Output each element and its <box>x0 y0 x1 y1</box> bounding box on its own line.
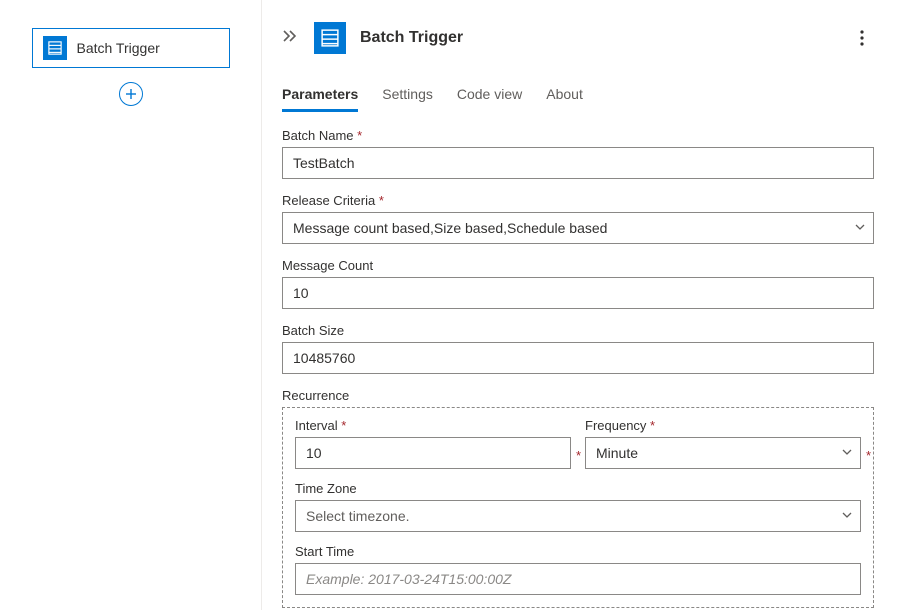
tab-bar: Parameters Settings Code view About <box>282 80 874 112</box>
tab-code-view[interactable]: Code view <box>457 80 522 112</box>
batch-trigger-icon <box>43 36 67 60</box>
timezone-label: Time Zone <box>295 481 861 496</box>
batch-size-label: Batch Size <box>282 323 874 338</box>
trigger-card[interactable]: Batch Trigger <box>32 28 230 68</box>
required-indicator: * <box>576 448 581 463</box>
plus-icon <box>125 88 137 100</box>
batch-name-input[interactable] <box>282 147 874 179</box>
frequency-value: Minute <box>596 445 638 461</box>
more-menu-button[interactable] <box>850 26 874 50</box>
timezone-placeholder: Select timezone. <box>306 508 410 524</box>
kebab-icon <box>860 30 864 46</box>
timezone-select[interactable]: Select timezone. <box>295 500 861 532</box>
message-count-label: Message Count <box>282 258 874 273</box>
tab-settings[interactable]: Settings <box>382 80 433 112</box>
message-count-input[interactable] <box>282 277 874 309</box>
recurrence-label: Recurrence <box>282 388 874 403</box>
batch-name-label: Batch Name <box>282 128 874 143</box>
frequency-select[interactable]: Minute <box>585 437 861 469</box>
release-criteria-value: Message count based,Size based,Schedule … <box>293 220 607 236</box>
pane-title: Batch Trigger <box>360 29 463 47</box>
add-step-button[interactable] <box>119 82 143 106</box>
collapse-button[interactable] <box>282 29 298 47</box>
frequency-label: Frequency <box>585 418 861 433</box>
start-time-input[interactable] <box>295 563 861 595</box>
interval-input[interactable] <box>295 437 571 469</box>
start-time-label: Start Time <box>295 544 861 559</box>
batch-trigger-icon <box>314 22 346 54</box>
recurrence-group: Interval * Frequency Minute * <box>282 407 874 608</box>
interval-label: Interval <box>295 418 571 433</box>
release-criteria-select[interactable]: Message count based,Size based,Schedule … <box>282 212 874 244</box>
details-pane: Batch Trigger Parameters Settings Code v… <box>262 0 900 610</box>
double-chevron-right-icon <box>282 29 298 43</box>
tab-about[interactable]: About <box>546 80 583 112</box>
required-indicator: * <box>866 448 871 463</box>
release-criteria-label: Release Criteria <box>282 193 874 208</box>
trigger-card-label: Batch Trigger <box>77 40 160 56</box>
designer-canvas: Batch Trigger <box>0 0 261 610</box>
tab-parameters[interactable]: Parameters <box>282 80 358 112</box>
pane-header: Batch Trigger <box>282 20 874 56</box>
batch-size-input[interactable] <box>282 342 874 374</box>
